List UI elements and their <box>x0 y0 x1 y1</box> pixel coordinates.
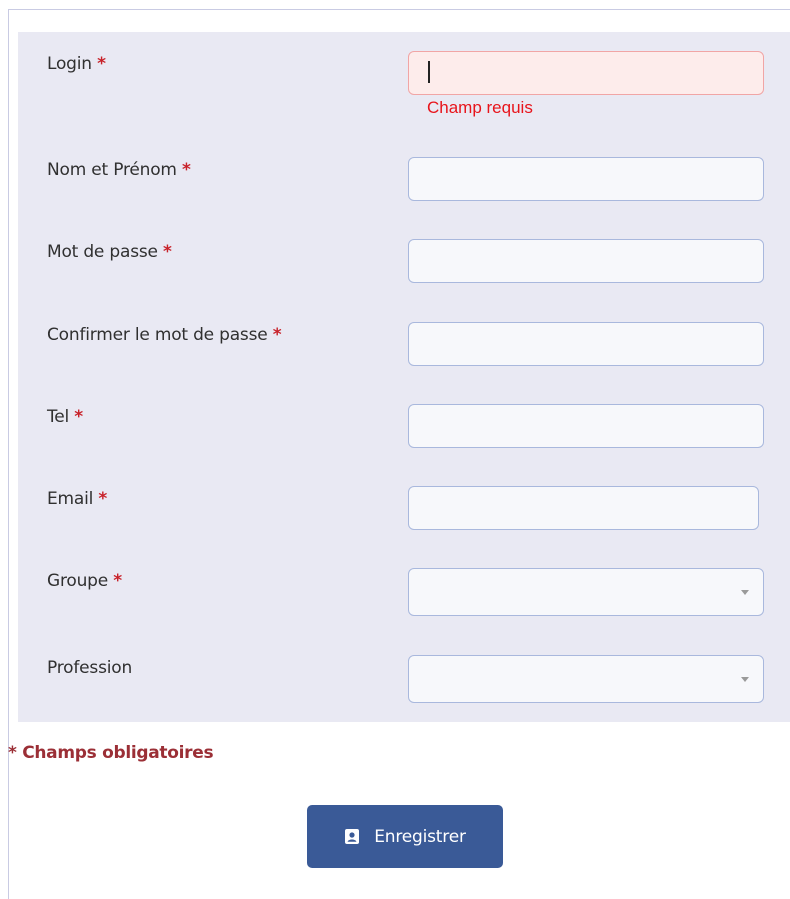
required-fields-note: * Champs obligatoires <box>8 743 214 763</box>
tel-label: Tel * <box>47 407 83 427</box>
login-label-text: Login <box>47 54 92 74</box>
profession-select[interactable] <box>408 655 764 703</box>
contact-card-icon <box>344 828 360 845</box>
confirm-password-label-text: Confirmer le mot de passe <box>47 325 268 345</box>
required-marker: * <box>163 242 172 262</box>
required-marker: * <box>272 325 282 345</box>
caret-down-icon <box>741 677 749 682</box>
groupe-select[interactable] <box>408 568 764 616</box>
mot-de-passe-label-text: Mot de passe <box>47 242 158 262</box>
save-button-label: Enregistrer <box>374 826 466 847</box>
tel-label-text: Tel <box>47 407 70 427</box>
email-label-text: Email <box>47 489 94 509</box>
confirm-password-label: Confirmer le mot de passe * <box>47 325 282 345</box>
save-button[interactable]: Enregistrer <box>307 805 503 868</box>
required-marker: * <box>113 571 122 591</box>
profession-label: Profession <box>47 658 132 678</box>
confirm-password-input[interactable] <box>408 322 764 366</box>
required-marker: * <box>182 160 191 180</box>
required-marker: * <box>74 407 83 427</box>
login-label: Login * <box>47 54 106 74</box>
groupe-label: Groupe * <box>47 571 122 591</box>
nom-prenom-input[interactable] <box>408 157 764 201</box>
nom-prenom-label: Nom et Prénom * <box>47 160 191 180</box>
mot-de-passe-label: Mot de passe * <box>47 242 172 262</box>
frame-top-border <box>8 9 790 10</box>
login-error-message: Champ requis <box>427 98 533 117</box>
form-panel <box>18 32 790 722</box>
frame-left-border <box>8 9 9 899</box>
tel-input[interactable] <box>408 404 764 448</box>
required-marker: * <box>97 54 106 74</box>
nom-prenom-label-text: Nom et Prénom <box>47 160 177 180</box>
password-input[interactable] <box>408 239 764 283</box>
email-label: Email * <box>47 489 107 509</box>
login-input[interactable] <box>408 51 764 95</box>
caret-down-icon <box>741 590 749 595</box>
profession-label-text: Profession <box>47 658 133 678</box>
groupe-label-text: Groupe <box>47 571 109 591</box>
text-cursor <box>428 61 430 83</box>
email-input[interactable] <box>408 486 759 530</box>
required-marker: * <box>98 489 108 509</box>
